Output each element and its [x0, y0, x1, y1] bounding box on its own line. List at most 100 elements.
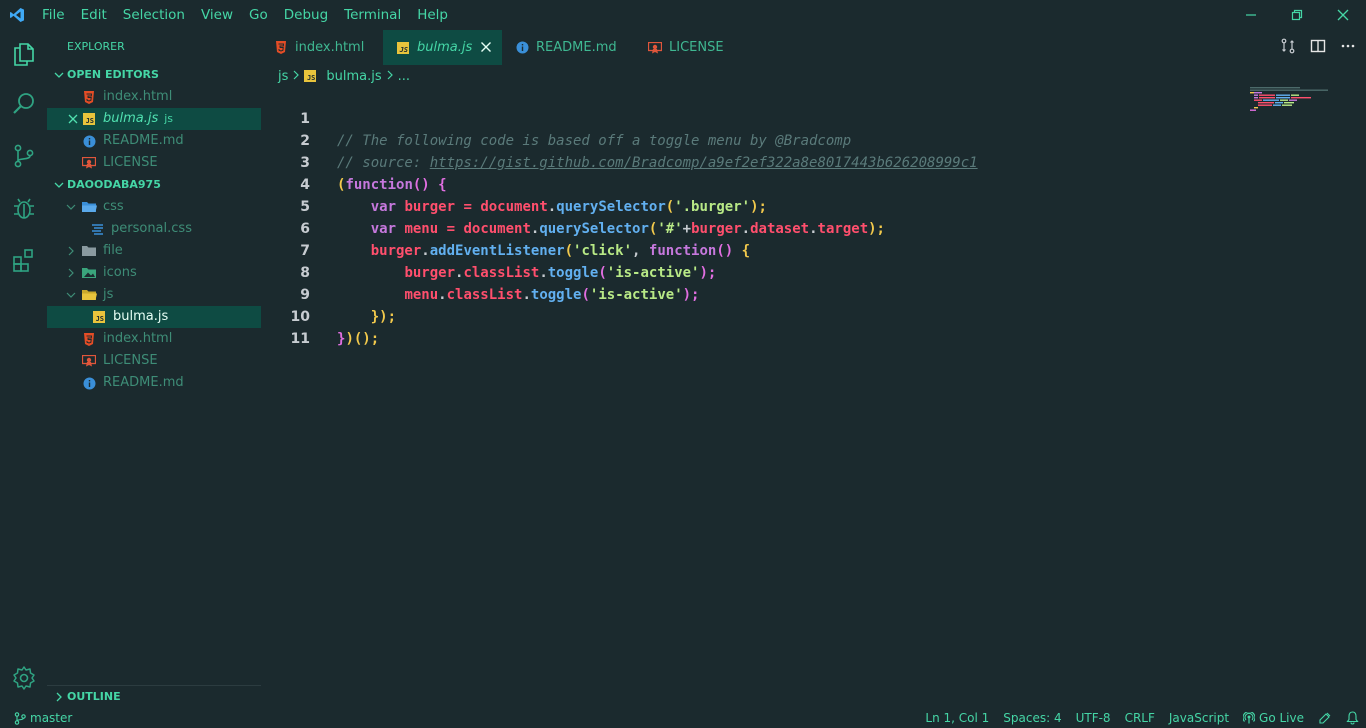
code-line: 7 burger.classList.toggle('is-active'); — [261, 218, 1246, 281]
tab-index-html[interactable]: index.html — [261, 30, 383, 65]
menu-view[interactable]: View — [193, 0, 241, 30]
source-control-icon[interactable] — [0, 132, 47, 180]
chevron-down-icon — [51, 70, 67, 80]
encoding[interactable]: UTF-8 — [1069, 711, 1118, 725]
folder-header[interactable]: DAOODABA975 — [47, 174, 261, 196]
images-folder-icon — [81, 265, 97, 281]
open-editor-item[interactable]: LICENSE — [47, 152, 261, 174]
restore-button[interactable] — [1274, 0, 1320, 30]
open-editor-item[interactable]: index.html — [47, 86, 261, 108]
menu-selection[interactable]: Selection — [115, 0, 193, 30]
menu-edit[interactable]: Edit — [73, 0, 115, 30]
open-editor-label: bulma.js — [103, 111, 159, 126]
tree-folder-css[interactable]: css — [47, 196, 261, 218]
menu-bar: File Edit Selection View Go Debug Termin… — [34, 0, 456, 30]
code-token: ) — [345, 331, 354, 347]
tree-label: bulma.js — [113, 309, 169, 324]
language-mode[interactable]: JavaScript — [1162, 711, 1236, 725]
minimize-icon — [1246, 14, 1256, 16]
chevron-right-icon — [63, 268, 79, 278]
tab-label: README.md — [536, 40, 617, 55]
tree-folder-js[interactable]: js — [47, 284, 261, 306]
open-editors-header[interactable]: OPEN EDITORS — [47, 64, 261, 86]
minimap[interactable] — [1248, 86, 1338, 116]
tree-file[interactable]: index.html — [47, 328, 261, 350]
tree-file[interactable]: personal.css — [47, 218, 261, 240]
tree-folder-icons[interactable]: icons — [47, 262, 261, 284]
tree-file-selected[interactable]: JS bulma.js — [47, 306, 261, 328]
tree-label: README.md — [103, 375, 184, 390]
chevron-down-icon — [51, 180, 67, 190]
code-line: 2 // source: https://gist.github.com/Bra… — [261, 108, 1246, 171]
broadcast-icon — [1243, 712, 1256, 724]
tree-file[interactable]: LICENSE — [47, 350, 261, 372]
tab-label: LICENSE — [669, 40, 724, 55]
open-editor-label: index.html — [103, 89, 173, 104]
menu-go[interactable]: Go — [241, 0, 276, 30]
menu-file[interactable]: File — [34, 0, 73, 30]
feedback-icon[interactable] — [1311, 711, 1339, 725]
breadcrumb-folder[interactable]: js — [278, 69, 288, 84]
code-line: 11 — [261, 306, 1246, 347]
js-icon: JS — [395, 40, 411, 56]
cursor-position[interactable]: Ln 1, Col 1 — [918, 711, 996, 725]
tree-folder-file[interactable]: file — [47, 240, 261, 262]
tree-file[interactable]: README.md — [47, 372, 261, 394]
tab-readme[interactable]: README.md — [502, 30, 635, 65]
code-token: (); — [353, 331, 380, 347]
status-bar: master Ln 1, Col 1 Spaces: 4 UTF-8 CRLF … — [0, 708, 1366, 728]
search-icon[interactable] — [0, 80, 47, 128]
info-icon — [514, 40, 530, 56]
tab-license[interactable]: LICENSE — [635, 30, 745, 65]
open-editor-item[interactable]: README.md — [47, 130, 261, 152]
minimize-button[interactable] — [1228, 0, 1274, 30]
debug-icon[interactable] — [0, 184, 47, 232]
split-editor-icon[interactable] — [1310, 38, 1326, 58]
code-editor[interactable]: 1 // The following code is based off a t… — [261, 86, 1246, 706]
js-icon: JS — [81, 111, 97, 127]
close-window-button[interactable] — [1320, 0, 1366, 30]
extensions-icon[interactable] — [0, 236, 47, 284]
menu-help[interactable]: Help — [409, 0, 456, 30]
folder-label: DAOODABA975 — [67, 178, 161, 191]
restore-icon — [1291, 9, 1303, 21]
git-branch-label[interactable]: master — [30, 711, 72, 725]
breadcrumb-more[interactable]: ... — [398, 69, 410, 84]
open-changes-icon[interactable] — [1280, 38, 1296, 58]
outline-header[interactable]: OUTLINE — [47, 685, 261, 707]
close-editor-icon[interactable] — [65, 114, 81, 124]
explorer-icon[interactable] — [0, 30, 47, 78]
close-tab-icon[interactable] — [480, 41, 492, 57]
html-icon — [273, 40, 289, 56]
breadcrumb-file[interactable]: bulma.js — [326, 69, 381, 84]
code-line: 4 var burger = document.querySelector('.… — [261, 152, 1246, 215]
code-line: 1 // The following code is based off a t… — [261, 86, 1246, 149]
html-icon — [81, 331, 97, 347]
settings-gear-icon[interactable] — [0, 654, 47, 702]
notifications-bell-icon[interactable] — [1339, 711, 1366, 725]
chevron-down-icon — [63, 290, 79, 300]
line-number: 11 — [290, 331, 310, 347]
tab-bulma-js[interactable]: JS bulma.js — [383, 30, 502, 65]
open-editor-hint: js — [164, 112, 174, 125]
more-actions-icon[interactable] — [1340, 38, 1356, 58]
tree-label: index.html — [103, 331, 173, 346]
code-line: 6 burger.addEventListener('click', funct… — [261, 196, 1246, 259]
menu-debug[interactable]: Debug — [276, 0, 336, 30]
end-of-line[interactable]: CRLF — [1118, 711, 1162, 725]
explorer-sidebar: EXPLORER OPEN EDITORS index.html JS bulm… — [47, 30, 261, 706]
css-folder-icon — [81, 199, 97, 215]
open-editor-item-active[interactable]: JS bulma.js js — [47, 108, 261, 130]
license-icon — [81, 155, 97, 171]
go-live-button[interactable]: Go Live — [1236, 711, 1311, 725]
code-line: 8 menu.classList.toggle('is-active'); — [261, 240, 1246, 303]
tree-label: LICENSE — [103, 353, 158, 368]
license-icon — [647, 40, 663, 56]
sidebar-title: EXPLORER — [67, 40, 125, 53]
chevron-right-icon — [292, 69, 300, 84]
git-branch-icon — [14, 711, 26, 725]
tree-label: file — [103, 243, 123, 258]
indentation[interactable]: Spaces: 4 — [996, 711, 1068, 725]
menu-terminal[interactable]: Terminal — [336, 0, 409, 30]
tab-label: bulma.js — [417, 40, 473, 55]
